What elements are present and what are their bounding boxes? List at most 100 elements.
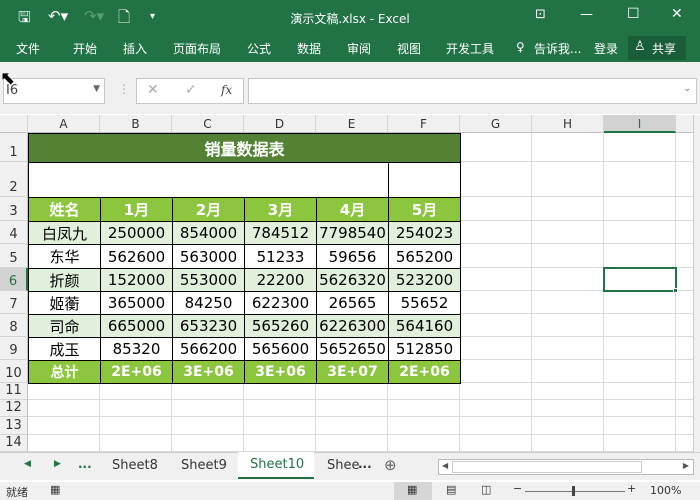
sheet-tab-sheet11[interactable]: Shee <box>327 458 360 473</box>
column-header-d[interactable]: D <box>244 115 316 133</box>
zoom-in-button[interactable]: + <box>627 482 636 495</box>
table-cell[interactable]: 26565 <box>316 291 389 315</box>
cell[interactable] <box>460 417 532 435</box>
cell[interactable] <box>388 400 460 417</box>
row-header-7[interactable]: 7 <box>0 291 28 314</box>
cell[interactable] <box>244 435 316 452</box>
row-header-11[interactable]: 11 <box>0 383 28 400</box>
cell[interactable] <box>604 360 676 383</box>
cell[interactable] <box>244 383 316 400</box>
row-header-3[interactable]: 3 <box>0 197 28 221</box>
cell[interactable] <box>316 400 388 417</box>
cell[interactable] <box>604 337 676 360</box>
row-header-10[interactable]: 10 <box>0 360 28 383</box>
cell[interactable] <box>316 383 388 400</box>
tab-review[interactable]: 审阅 <box>347 40 371 57</box>
table-cell[interactable]: 白凤九 <box>28 221 101 245</box>
row-header-8[interactable]: 8 <box>0 314 28 337</box>
table-cell[interactable]: 854000 <box>172 221 245 245</box>
table-header-cell[interactable]: 5月 <box>388 197 461 222</box>
cell[interactable] <box>460 291 532 314</box>
table-title[interactable]: 销量数据表 <box>28 133 461 163</box>
sheet-tab-sheet9[interactable]: Sheet9 <box>181 458 227 473</box>
table-cell[interactable]: 22200 <box>244 268 317 292</box>
maximize-button[interactable]: ☐ <box>627 6 640 22</box>
row-header-6[interactable]: 6 <box>0 268 28 291</box>
name-box[interactable]: I6 ▼ <box>3 78 105 104</box>
cell[interactable] <box>460 360 532 383</box>
sheet-tab-sheet8[interactable]: Sheet8 <box>112 458 158 473</box>
cell[interactable] <box>316 417 388 435</box>
cell[interactable] <box>460 435 532 452</box>
table-cell[interactable]: 565600 <box>244 337 317 361</box>
tab-developer[interactable]: 开发工具 <box>446 40 494 57</box>
tab-page-layout[interactable]: 页面布局 <box>173 40 221 57</box>
tell-me-search[interactable]: 告诉我... <box>534 40 581 57</box>
insert-function-button[interactable]: fx <box>221 83 232 97</box>
tab-formulas[interactable]: 公式 <box>247 40 271 57</box>
ribbon-display-icon[interactable]: ⊡ <box>535 7 546 22</box>
zoom-slider[interactable] <box>525 491 625 492</box>
scroll-right-icon[interactable]: ▶ <box>54 459 61 469</box>
row-header-12[interactable]: 12 <box>0 400 28 417</box>
table-cell[interactable]: 85320 <box>100 337 173 361</box>
table-cell[interactable]: 553000 <box>172 268 245 292</box>
total-cell[interactable]: 总计 <box>28 360 101 384</box>
cell[interactable] <box>172 417 244 435</box>
table-cell[interactable]: 562600 <box>100 244 173 269</box>
cell[interactable] <box>460 268 532 291</box>
table-cell[interactable]: 152000 <box>100 268 173 292</box>
column-header-a[interactable]: A <box>28 115 100 133</box>
cell[interactable] <box>172 435 244 452</box>
row-header-5[interactable]: 5 <box>0 244 28 268</box>
zoom-level[interactable]: 100% <box>650 484 681 497</box>
cell[interactable] <box>172 400 244 417</box>
cell[interactable] <box>604 133 676 162</box>
close-button[interactable]: ✕ <box>671 6 683 22</box>
column-header-f[interactable]: F <box>388 115 460 133</box>
cell[interactable] <box>460 133 532 162</box>
table-cell[interactable]: 565260 <box>244 314 317 338</box>
cell[interactable] <box>388 435 460 452</box>
merged-empty-cell[interactable] <box>28 162 389 198</box>
table-cell[interactable]: 姬蘅 <box>28 291 101 315</box>
row-header-2[interactable]: 2 <box>0 162 28 197</box>
table-cell[interactable]: 成玉 <box>28 337 101 361</box>
cell[interactable] <box>604 400 676 417</box>
table-cell[interactable]: 东华 <box>28 244 101 269</box>
cell[interactable] <box>532 400 604 417</box>
cancel-icon[interactable]: ✕ <box>147 82 159 98</box>
cell[interactable] <box>460 337 532 360</box>
column-header-g[interactable]: G <box>460 115 532 133</box>
table-cell[interactable]: 523200 <box>388 268 461 292</box>
table-cell[interactable]: 365000 <box>100 291 173 315</box>
cell[interactable] <box>388 417 460 435</box>
table-cell[interactable]: 司命 <box>28 314 101 338</box>
page-break-view-icon[interactable]: ◫ <box>481 483 491 496</box>
tab-view[interactable]: 视图 <box>397 40 421 57</box>
tab-home[interactable]: 开始 <box>73 40 97 57</box>
cell[interactable] <box>604 291 676 314</box>
cell[interactable] <box>100 435 172 452</box>
cell[interactable] <box>604 435 676 452</box>
table-header-cell[interactable]: 3月 <box>244 197 317 222</box>
more-sheets-right[interactable]: ... <box>358 457 372 471</box>
empty-cell[interactable] <box>388 162 461 198</box>
cell[interactable] <box>460 400 532 417</box>
cell[interactable] <box>460 162 532 197</box>
cell[interactable] <box>604 221 676 244</box>
vertical-scrollbar[interactable] <box>693 115 700 452</box>
cell[interactable] <box>532 337 604 360</box>
cell[interactable] <box>172 383 244 400</box>
cell[interactable] <box>532 435 604 452</box>
cell[interactable] <box>28 435 100 452</box>
row-header-1[interactable]: 1 <box>0 133 28 162</box>
chevron-down-icon[interactable]: ▼ <box>93 84 100 94</box>
normal-view-button[interactable]: ▦ <box>394 482 432 500</box>
cell[interactable] <box>28 383 100 400</box>
cell[interactable] <box>604 417 676 435</box>
cell[interactable] <box>532 244 604 268</box>
total-cell[interactable]: 2E+06 <box>388 360 461 384</box>
table-cell[interactable]: 7798540 <box>316 221 389 245</box>
selected-cell-i6[interactable] <box>603 267 677 292</box>
